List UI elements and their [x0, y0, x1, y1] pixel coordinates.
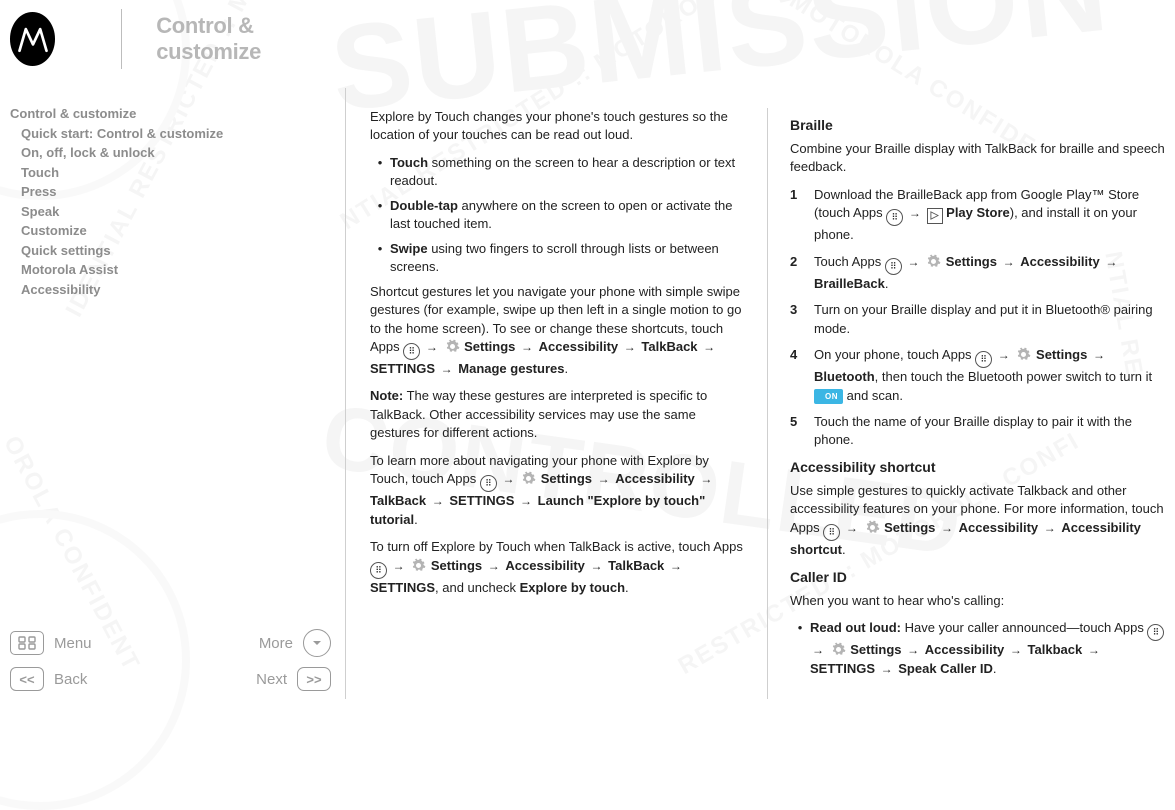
gear-icon: [925, 253, 942, 270]
on-switch-badge: ON: [814, 389, 843, 404]
gear-icon: [444, 338, 461, 355]
turn-off-paragraph: To turn off Explore by Touch when TalkBa…: [370, 538, 745, 597]
toc-nav: Control & customize Quick start: Control…: [10, 104, 331, 299]
apps-icon: ⠿: [886, 209, 903, 226]
more-label[interactable]: More: [259, 635, 293, 652]
note-paragraph: Note: The way these gestures are interpr…: [370, 387, 745, 442]
step-item: Download the BrailleBack app from Google…: [814, 186, 1165, 245]
nav-item[interactable]: On, off, lock & unlock: [21, 143, 331, 163]
content-column-right: Braille Combine your Braille display wit…: [790, 108, 1165, 699]
nav-root[interactable]: Control & customize: [10, 104, 331, 124]
shortcut-paragraph: Use simple gestures to quickly activate …: [790, 482, 1165, 559]
gear-icon: [410, 557, 427, 574]
step-item: Touch the name of your Braille display t…: [814, 413, 1165, 450]
gear-icon: [1015, 346, 1032, 363]
learn-more-paragraph: To learn more about navigating your phon…: [370, 452, 745, 529]
next-label[interactable]: Next: [256, 671, 287, 688]
gear-icon: [864, 519, 881, 536]
menu-label[interactable]: Menu: [54, 635, 92, 652]
heading-braille: Braille: [790, 116, 1165, 136]
list-item: Double-tap anywhere on the screen to ope…: [390, 197, 745, 234]
intro-text: Explore by Touch changes your phone's to…: [370, 108, 745, 145]
nav-item[interactable]: Speak: [21, 202, 331, 222]
menu-icon[interactable]: [10, 631, 44, 655]
list-item: Read out loud: Have your caller announce…: [810, 619, 1165, 678]
header-divider: [121, 9, 122, 69]
next-icon[interactable]: >>: [297, 667, 331, 691]
caller-intro: When you want to hear who's calling:: [790, 592, 1165, 610]
apps-icon: ⠿: [403, 343, 420, 360]
heading-caller-id: Caller ID: [790, 568, 1165, 588]
play-store-icon: [927, 208, 943, 224]
more-icon[interactable]: [303, 629, 331, 657]
nav-item[interactable]: Customize: [21, 221, 331, 241]
step-item: On your phone, touch Apps ⠿ → Settings →…: [814, 346, 1165, 405]
content-column-left: Explore by Touch changes your phone's to…: [370, 108, 745, 699]
apps-icon: ⠿: [975, 351, 992, 368]
shortcut-paragraph: Shortcut gestures let you navigate your …: [370, 283, 745, 379]
step-item: Turn on your Braille display and put it …: [814, 301, 1165, 338]
list-item: Touch something on the screen to hear a …: [390, 154, 745, 191]
heading-shortcut: Accessibility shortcut: [790, 458, 1165, 478]
apps-icon: ⠿: [885, 258, 902, 275]
gear-icon: [830, 641, 847, 658]
step-item: Touch Apps ⠿ → Settings → Accessibility …: [814, 253, 1165, 293]
nav-item[interactable]: Quick settings: [21, 241, 331, 261]
list-item: Swipe using two fingers to scroll throug…: [390, 240, 745, 277]
content-divider: [767, 108, 768, 699]
nav-item[interactable]: Press: [21, 182, 331, 202]
nav-item[interactable]: Touch: [21, 163, 331, 183]
braille-intro: Combine your Braille display with TalkBa…: [790, 140, 1165, 177]
apps-icon: ⠿: [1147, 624, 1164, 641]
gear-icon: [520, 470, 537, 487]
nav-item[interactable]: Accessibility: [21, 280, 331, 300]
bottom-nav: Menu More << Back Next >>: [10, 625, 331, 703]
nav-item[interactable]: Quick start: Control & customize: [21, 124, 331, 144]
motorola-logo: [10, 12, 55, 66]
apps-icon: ⠿: [370, 562, 387, 579]
back-icon[interactable]: <<: [10, 667, 44, 691]
apps-icon: ⠿: [823, 524, 840, 541]
page-title: Control & customize: [156, 13, 331, 65]
apps-icon: ⠿: [480, 475, 497, 492]
back-label[interactable]: Back: [54, 671, 87, 688]
nav-item[interactable]: Motorola Assist: [21, 260, 331, 280]
